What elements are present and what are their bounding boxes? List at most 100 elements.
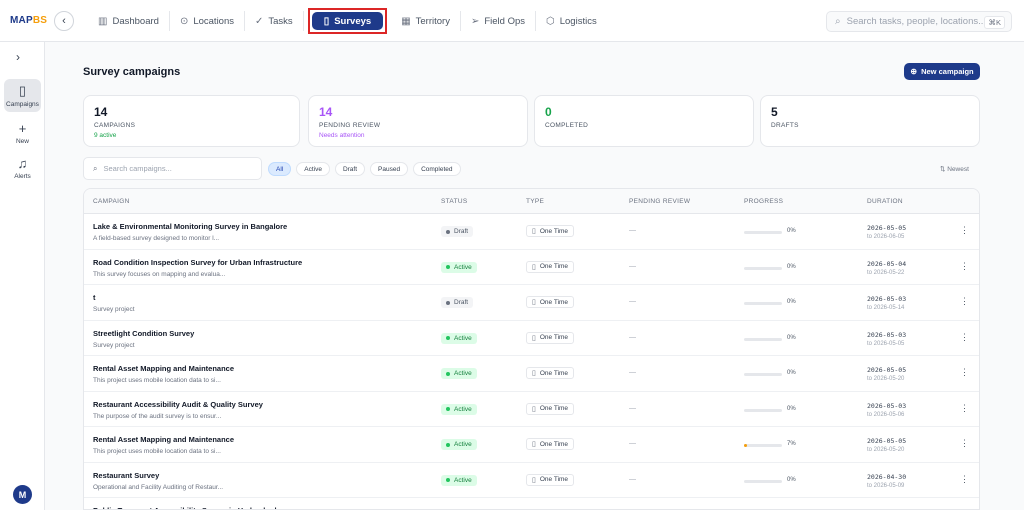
row-menu-button[interactable]: ⋮ <box>960 403 969 414</box>
progress-bar <box>744 302 782 305</box>
global-search-input[interactable]: ⌕ Search tasks, people, locations... ⌘K <box>826 11 1012 32</box>
campaign-name[interactable]: Rental Asset Mapping and Maintenance <box>93 364 234 373</box>
end-date: to 2026-05-20 <box>867 447 905 453</box>
table-row[interactable]: t Survey project Draft ▯ One Time — 0% 2026-05-… <box>84 285 979 321</box>
pending-review-value: — <box>629 227 636 234</box>
progress-percent: 0% <box>787 370 796 376</box>
search-icon: ⌕ <box>93 163 98 173</box>
avatar[interactable]: M <box>13 485 32 504</box>
nav-logistics[interactable]: ⬡ Logistics <box>536 11 607 31</box>
more-vertical-icon: ⋮ <box>960 331 969 342</box>
start-date: 2026-05-05 <box>867 437 907 445</box>
nav-tasks[interactable]: ✓ Tasks <box>245 11 304 31</box>
more-vertical-icon: ⋮ <box>960 367 969 377</box>
filter-completed[interactable]: Completed <box>413 162 461 176</box>
table-row[interactable]: Public Transport Accessibility Survey in… <box>84 498 979 509</box>
more-vertical-icon: ⋮ <box>960 402 969 413</box>
nav-territory[interactable]: ▦ Territory <box>391 11 461 31</box>
more-vertical-icon: ⋮ <box>960 438 969 448</box>
table-row[interactable]: Road Condition Inspection Survey for Urb… <box>84 250 979 285</box>
logo-text: MAP <box>10 15 33 26</box>
expand-sidebar-button[interactable]: › <box>16 50 20 64</box>
campaign-description: This survey focuses on mapping and evalu… <box>93 270 226 278</box>
start-date: 2026-05-04 <box>867 259 907 268</box>
row-menu-button[interactable]: ⋮ <box>960 332 969 343</box>
type-badge: ▯One Time <box>526 296 575 308</box>
table-row[interactable]: Restaurant Survey Operational and Facilit… <box>84 463 979 498</box>
campaign-name[interactable]: Streetlight Condition Survey <box>93 329 194 338</box>
progress-bar <box>744 337 782 341</box>
campaign-description: Operational and Facility Auditing of Res… <box>93 483 224 491</box>
nav-label: Field Ops <box>484 15 525 27</box>
check-icon: ✓ <box>255 15 264 27</box>
sidebar-item-campaigns[interactable]: ▯ Campaigns <box>4 79 41 112</box>
end-date: to 2026-05-22 <box>867 269 905 276</box>
nav-label: Territory <box>415 15 450 27</box>
table-row[interactable]: Streetlight Condition Survey Survey proje… <box>84 321 979 356</box>
pending-review-value: — <box>629 404 636 412</box>
row-menu-button[interactable]: ⋮ <box>960 261 969 272</box>
new-campaign-button[interactable]: ⊕ New campaign <box>904 63 980 80</box>
row-menu-button[interactable]: ⋮ <box>960 438 969 449</box>
end-date: to 2026-05-09 <box>867 482 905 489</box>
status-dot-icon <box>446 336 450 340</box>
clipboard-icon: ▯ <box>323 15 330 27</box>
filter-draft[interactable]: Draft <box>334 162 366 176</box>
chevron-right-icon: › <box>16 50 20 64</box>
pending-review-value: — <box>629 440 636 447</box>
search-icon: ⌕ <box>835 16 841 27</box>
nav-dashboard[interactable]: ▥ Dashboard <box>88 11 170 31</box>
progress-percent: 0% <box>787 263 796 270</box>
app-logo[interactable]: MAPBS <box>10 15 47 26</box>
campaign-name[interactable]: t <box>93 293 96 302</box>
sidebar-item-new[interactable]: + New <box>4 121 41 145</box>
row-menu-button[interactable]: ⋮ <box>960 296 969 307</box>
end-date: to 2026-06-05 <box>867 234 905 240</box>
filter-active[interactable]: Active <box>296 162 330 176</box>
row-menu-button[interactable]: ⋮ <box>960 474 969 485</box>
sort-dropdown[interactable]: ⇅ Newest <box>940 165 969 173</box>
chevron-left-icon: ‹ <box>62 15 66 27</box>
start-date: 2026-05-03 <box>867 295 907 303</box>
stat-card-drafts: 5 DRAFTS <box>760 95 980 147</box>
campaign-name[interactable]: Public Transport Accessibility Survey in… <box>93 506 277 509</box>
campaign-name[interactable]: Restaurant Survey <box>93 471 159 480</box>
type-label: One Time <box>539 476 569 483</box>
cube-icon: ⬡ <box>546 15 555 27</box>
campaign-name[interactable]: Lake & Environmental Monitoring Survey i… <box>93 222 287 231</box>
table-row[interactable]: Lake & Environmental Monitoring Survey i… <box>84 214 979 250</box>
nav-surveys-pill[interactable]: ▯ Surveys <box>311 12 384 30</box>
type-badge: ▯One Time <box>526 331 575 344</box>
sidebar-item-alerts[interactable]: ♫ Alerts <box>4 156 41 180</box>
new-campaign-label: New campaign <box>921 67 974 76</box>
campaign-name[interactable]: Restaurant Accessibility Audit & Quality… <box>93 400 263 409</box>
nav-surveys[interactable]: ▯ Surveys <box>307 8 388 34</box>
type-badge: ▯One Time <box>526 402 575 415</box>
sidebar-item-label: Alerts <box>14 173 31 180</box>
row-menu-button[interactable]: ⋮ <box>960 225 969 236</box>
table-row[interactable]: Rental Asset Mapping and Maintenance This… <box>84 356 979 392</box>
progress-percent: 0% <box>787 334 796 341</box>
back-button[interactable]: ‹ <box>54 11 74 31</box>
file-icon: ▯ <box>532 263 536 271</box>
status-filter-group: All Active Draft Paused Completed <box>268 162 466 176</box>
filter-paused[interactable]: Paused <box>370 162 409 176</box>
campaign-name[interactable]: Rental Asset Mapping and Maintenance <box>93 435 234 444</box>
nav-locations[interactable]: ⊙ Locations <box>170 11 245 31</box>
campaign-name[interactable]: Road Condition Inspection Survey for Urb… <box>93 258 302 267</box>
file-icon: ▯ <box>532 370 536 377</box>
end-date: to 2026-05-14 <box>867 305 905 311</box>
row-menu-button[interactable]: ⋮ <box>960 367 969 378</box>
end-date: to 2026-05-05 <box>867 340 905 347</box>
stat-value: 5 <box>771 105 778 119</box>
clipboard-icon: ▯ <box>18 83 27 98</box>
status-dot-icon <box>446 478 450 482</box>
table-row[interactable]: Rental Asset Mapping and Maintenance This… <box>84 427 979 463</box>
stat-sub: 9 active <box>94 132 117 139</box>
campaign-search-input[interactable]: ⌕ Search campaigns... <box>83 157 262 180</box>
filter-all[interactable]: All <box>268 162 292 176</box>
nav-field-ops[interactable]: ➢ Field Ops <box>461 11 536 31</box>
type-label: One Time <box>539 334 569 341</box>
progress-bar <box>744 231 782 234</box>
table-row[interactable]: Restaurant Accessibility Audit & Quality… <box>84 392 979 427</box>
